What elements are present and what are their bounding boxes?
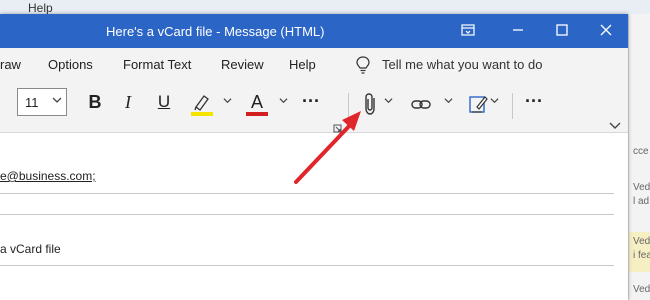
- annotation-arrow: [294, 111, 361, 184]
